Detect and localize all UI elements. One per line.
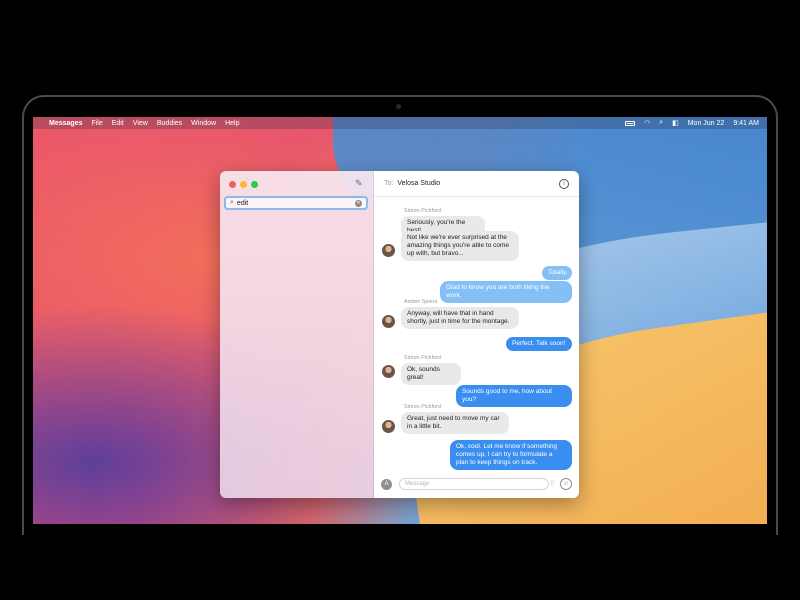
battery-icon[interactable] [625, 120, 636, 126]
message-bubble[interactable]: Totally. [542, 266, 572, 280]
avatar [382, 244, 395, 257]
avatar [382, 365, 395, 378]
conversation-header: To: Velosa Studio i [374, 171, 579, 197]
sender-name: Simon Pickford [404, 404, 441, 410]
recipient-name[interactable]: Velosa Studio [397, 180, 440, 187]
message-bubble[interactable]: Sounds good to me, how about you? [456, 385, 572, 407]
compose-icon[interactable]: ✎ [355, 179, 364, 188]
wifi-icon[interactable]: ◠ [644, 119, 650, 127]
minimize-button[interactable] [240, 181, 247, 188]
message-composer: A Message ⦙⦙ ☺ [374, 470, 579, 498]
message-input[interactable]: Message [399, 478, 549, 490]
control-center-icon[interactable]: ◧ [672, 119, 679, 127]
menu-file[interactable]: File [91, 120, 102, 127]
info-icon[interactable]: i [559, 178, 569, 189]
message-bubble[interactable]: Ok, sounds great! [401, 363, 461, 385]
messages-window: ✎ ⌕ edit ✕ To: Velosa Studio i Simon Pic… [220, 171, 579, 498]
avatar [382, 420, 395, 433]
menu-view[interactable]: View [133, 120, 148, 127]
window-controls [229, 181, 258, 188]
search-icon: ⌕ [230, 199, 234, 206]
zoom-button[interactable] [251, 181, 258, 188]
message-bubble[interactable]: Glad to know you are both liking the wor… [440, 281, 572, 303]
sender-name: Simon Pickford [404, 208, 441, 214]
menu-date[interactable]: Mon Jun 22 [688, 120, 725, 127]
menu-app-name[interactable]: Messages [49, 120, 82, 127]
conversation-pane: To: Velosa Studio i Simon Pickford Serio… [374, 171, 579, 498]
search-field[interactable]: ⌕ edit ✕ [224, 196, 368, 210]
menu-bar: Messages File Edit View Buddies Window H… [33, 117, 767, 129]
message-bubble[interactable]: Anyway, will have that in hand shortly, … [401, 307, 519, 329]
message-bubble[interactable]: Perfect. Talk soon! [506, 337, 572, 351]
clear-icon[interactable]: ✕ [355, 199, 362, 207]
menu-edit[interactable]: Edit [112, 120, 124, 127]
message-bubble[interactable]: Great, just need to move my car in a lit… [401, 412, 509, 434]
sidebar: ✎ ⌕ edit ✕ [220, 171, 374, 498]
menu-window[interactable]: Window [191, 120, 216, 127]
camera [396, 104, 401, 109]
emoji-icon[interactable]: ☺ [560, 478, 572, 490]
menu-help[interactable]: Help [225, 120, 239, 127]
app-store-icon[interactable]: A [381, 478, 392, 490]
close-button[interactable] [229, 181, 236, 188]
message-bubble[interactable]: Ok, cool. Let me know if something comes… [450, 440, 572, 470]
menu-time[interactable]: 9:41 AM [733, 120, 759, 127]
sender-name: Amber Spiers [404, 299, 438, 305]
avatar [382, 315, 395, 328]
sender-name: Simon Pickford [404, 355, 441, 361]
search-icon[interactable]: ⌕ [659, 119, 663, 127]
to-label: To: [384, 180, 394, 187]
menu-buddies[interactable]: Buddies [157, 120, 182, 127]
message-bubble[interactable]: Not like we're ever surprised at the ama… [401, 231, 519, 261]
search-input[interactable]: edit [237, 200, 355, 207]
desktop: Messages File Edit View Buddies Window H… [33, 117, 767, 524]
audio-wave-icon[interactable]: ⦙⦙ [550, 479, 554, 489]
